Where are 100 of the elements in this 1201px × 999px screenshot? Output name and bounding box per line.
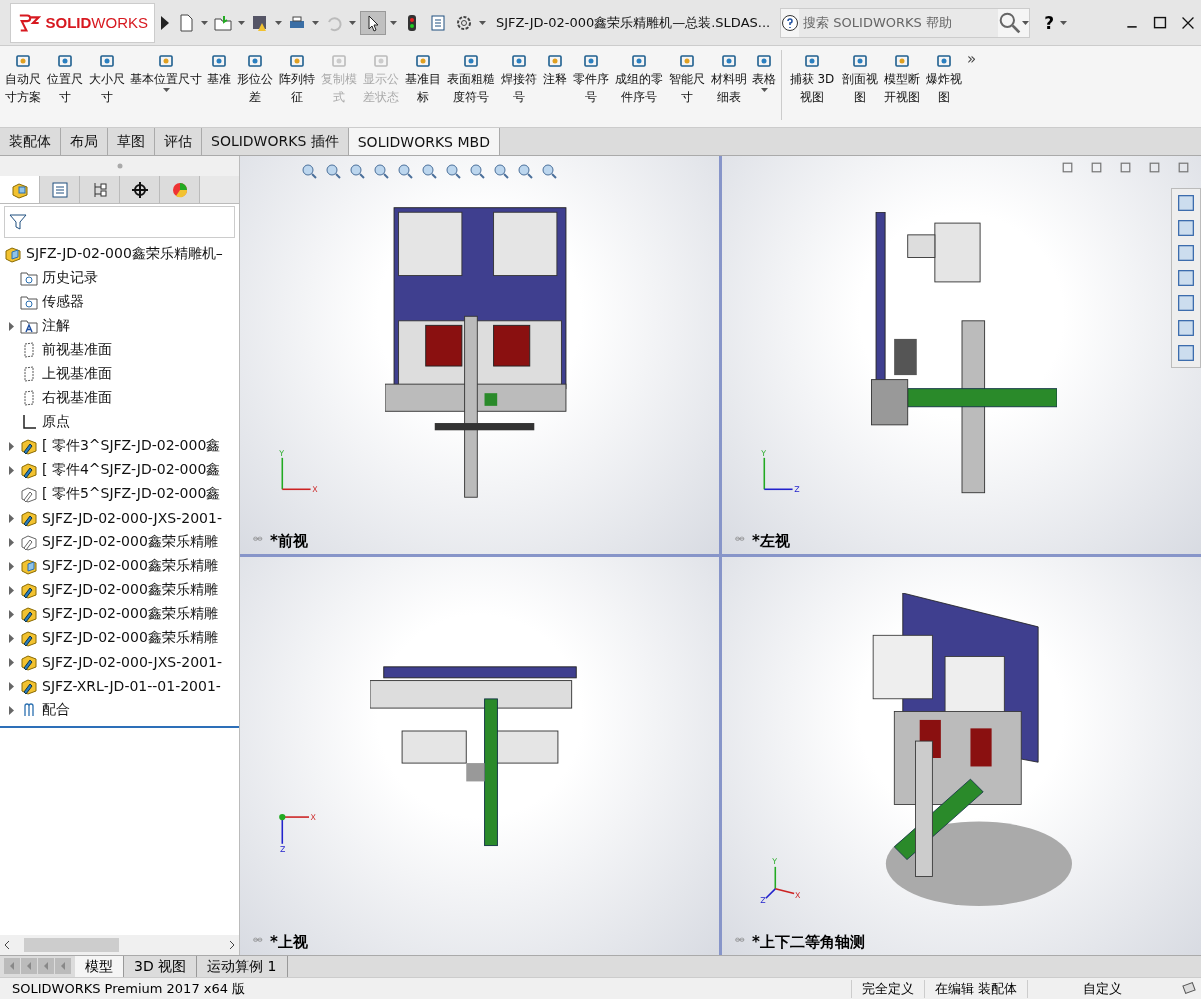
tool-icon[interactable] (462, 52, 480, 70)
command-button[interactable]: 基准目标 (402, 50, 444, 108)
viewport[interactable]: Y X *前视 (240, 156, 719, 554)
open-folder-icon[interactable] (214, 13, 232, 32)
tool-icon[interactable] (98, 52, 116, 70)
caret-icon[interactable] (479, 20, 486, 25)
filter-icon[interactable] (9, 213, 27, 231)
expand-menu-icon[interactable] (161, 15, 169, 30)
tree-item[interactable]: [ 零件5^SJFZ-JD-02-000鑫 (42, 485, 221, 503)
command-button[interactable]: 位置尺寸 (44, 50, 86, 108)
tool-icon[interactable] (246, 52, 264, 70)
caret-icon[interactable] (238, 20, 245, 25)
expand-arrow-icon[interactable] (8, 633, 14, 643)
command-button[interactable]: 焊接符号 (498, 50, 540, 108)
caret-icon[interactable] (390, 20, 397, 25)
tool-icon[interactable] (288, 52, 306, 70)
command-button[interactable]: 捕获 3D视图 (785, 50, 839, 108)
tool-icon[interactable] (935, 52, 953, 70)
command-button[interactable]: 表面粗糙度符号 (444, 50, 498, 108)
search-icon[interactable] (998, 10, 1023, 35)
command-button[interactable]: 材料明细表 (708, 50, 750, 108)
tree-item[interactable]: 上视基准面 (42, 365, 112, 383)
expand-arrow-icon[interactable] (8, 513, 14, 523)
tree-item[interactable]: SJFZ-JD-02-000-JXS-2001- (42, 654, 222, 670)
tool-icon[interactable] (720, 52, 738, 70)
tree-item[interactable]: SJFZ-JD-02-000鑫荣乐精雕 (42, 629, 218, 647)
tool-icon[interactable] (56, 52, 74, 70)
caret-icon[interactable] (349, 20, 356, 25)
tool-icon[interactable] (582, 52, 600, 70)
crosshair-icon[interactable] (130, 180, 149, 199)
tool-icon[interactable] (414, 52, 432, 70)
more-commands-button[interactable]: » (967, 50, 977, 68)
expand-arrow-icon[interactable] (8, 465, 14, 475)
expand-arrow-icon[interactable] (8, 681, 14, 691)
caret-icon[interactable] (201, 20, 208, 25)
tool-icon[interactable] (157, 52, 175, 70)
command-button[interactable]: 表格 (750, 50, 778, 94)
caret-icon[interactable] (1060, 20, 1068, 25)
save-icon[interactable] (251, 13, 269, 32)
tree-item[interactable]: 传感器 (42, 293, 84, 311)
help-menu[interactable]: ? (1044, 12, 1055, 33)
command-button[interactable]: 爆炸视图 (923, 50, 965, 108)
caret-icon[interactable] (1022, 20, 1030, 25)
viewport[interactable]: Y Z *左视 (722, 156, 1201, 554)
scrollbar-thumb[interactable] (24, 938, 119, 952)
tree-item[interactable]: 历史记录 (42, 269, 98, 287)
tool-icon[interactable] (803, 52, 821, 70)
expand-arrow-icon[interactable] (8, 609, 14, 619)
expand-arrow-icon[interactable] (8, 441, 14, 451)
expand-arrow-icon[interactable] (8, 705, 14, 715)
command-button[interactable]: 自动尺寸方案 (2, 50, 44, 108)
tree-item[interactable]: SJFZ-JD-02-000鑫荣乐精雕 (42, 581, 218, 599)
splitter-handle-icon[interactable] (116, 163, 123, 169)
expand-arrow-icon[interactable] (8, 321, 14, 331)
command-button[interactable]: 智能尺寸 (666, 50, 708, 108)
command-button[interactable]: 大小尺寸 (86, 50, 128, 108)
expand-arrow-icon[interactable] (8, 561, 14, 571)
tree-item[interactable]: SJFZ-XRL-JD-01--01-2001- (42, 678, 221, 694)
tab[interactable]: SOLIDWORKS MBD (348, 128, 500, 155)
feature-tree-icon[interactable] (10, 180, 29, 199)
command-button[interactable]: 阵列特征 (276, 50, 318, 108)
tree-item[interactable]: SJFZ-JD-02-000鑫荣乐精雕 (42, 605, 218, 623)
caret-icon[interactable] (162, 88, 170, 92)
tree-item[interactable]: [ 零件3^SJFZ-JD-02-000鑫 (42, 437, 221, 455)
caret-icon[interactable] (312, 20, 319, 25)
search-field[interactable]: 搜索 SOLIDWORKS 帮助 (780, 7, 1031, 38)
model-tab[interactable]: 模型 (75, 956, 124, 977)
tree-item[interactable]: SJFZ-JD-02-000鑫荣乐精雕 (42, 533, 218, 551)
caret-icon[interactable] (275, 20, 282, 25)
viewport[interactable]: Y X Z *上下二等角轴测 (722, 557, 1201, 955)
viewport[interactable]: X Z *上视 (240, 557, 719, 955)
command-button[interactable]: 基准 (204, 50, 234, 90)
tree-item[interactable]: 右视基准面 (42, 389, 112, 407)
command-button[interactable]: 成组的零件序号 (612, 50, 666, 108)
tool-icon[interactable] (893, 52, 911, 70)
tree-item[interactable]: 前视基准面 (42, 341, 112, 359)
tool-icon[interactable] (14, 52, 32, 70)
file-properties-icon[interactable] (429, 13, 447, 32)
tree-item[interactable]: SJFZ-JD-02-000-JXS-2001- (42, 510, 222, 526)
command-button[interactable]: 注释 (540, 50, 570, 90)
command-button[interactable]: 基本位置尺寸 (128, 50, 204, 94)
new-document-icon[interactable] (177, 13, 195, 32)
tree-item[interactable]: 注解 (42, 317, 70, 335)
tool-icon[interactable] (678, 52, 696, 70)
zoom-area-icon[interactable] (324, 162, 342, 180)
tool-icon[interactable] (851, 52, 869, 70)
command-button[interactable]: 模型断开视图 (881, 50, 923, 108)
tool-icon[interactable] (210, 52, 228, 70)
expand-arrow-icon[interactable] (8, 537, 14, 547)
tree-item[interactable]: 配合 (42, 701, 70, 719)
command-button[interactable]: 零件序号 (570, 50, 612, 108)
zoom-fit-icon[interactable] (300, 162, 318, 180)
settings-icon[interactable] (455, 13, 473, 32)
command-button[interactable]: 剖面视图 (839, 50, 881, 108)
caret-icon[interactable] (760, 88, 768, 92)
tool-icon[interactable] (755, 52, 773, 70)
tool-icon[interactable] (630, 52, 648, 70)
tree-item[interactable]: 原点 (42, 413, 70, 431)
tree-item[interactable]: SJFZ-JD-02-000鑫荣乐精雕机– (26, 245, 223, 263)
panel-tab[interactable] (120, 176, 160, 203)
